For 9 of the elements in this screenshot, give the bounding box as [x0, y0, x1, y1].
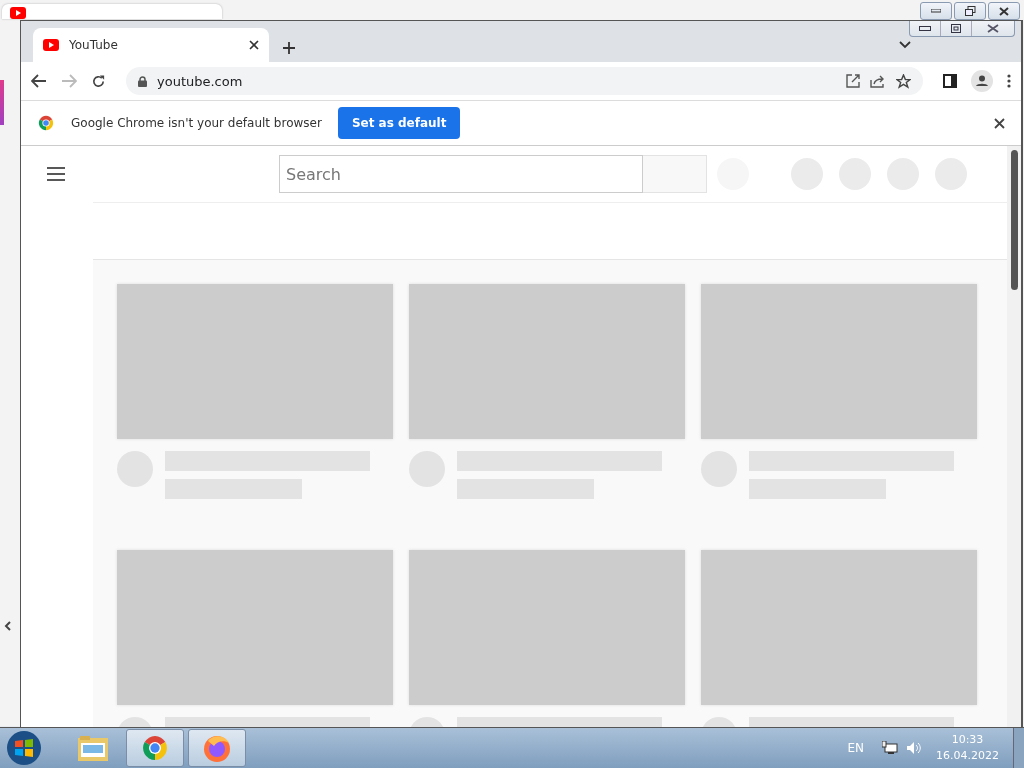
- browser-tab[interactable]: YouTube: [33, 28, 269, 62]
- search-field[interactable]: Search: [279, 155, 643, 193]
- set-default-button[interactable]: Set as default: [337, 107, 461, 139]
- address-bar[interactable]: youtube.com: [126, 67, 923, 95]
- clock-date[interactable]: 16.04.2022: [936, 748, 999, 764]
- tab-title: YouTube: [69, 38, 119, 52]
- infobar-message: Google Chrome isn't your default browser: [71, 116, 322, 130]
- url-text: youtube.com: [157, 73, 244, 89]
- language-indicator[interactable]: EN: [847, 741, 864, 755]
